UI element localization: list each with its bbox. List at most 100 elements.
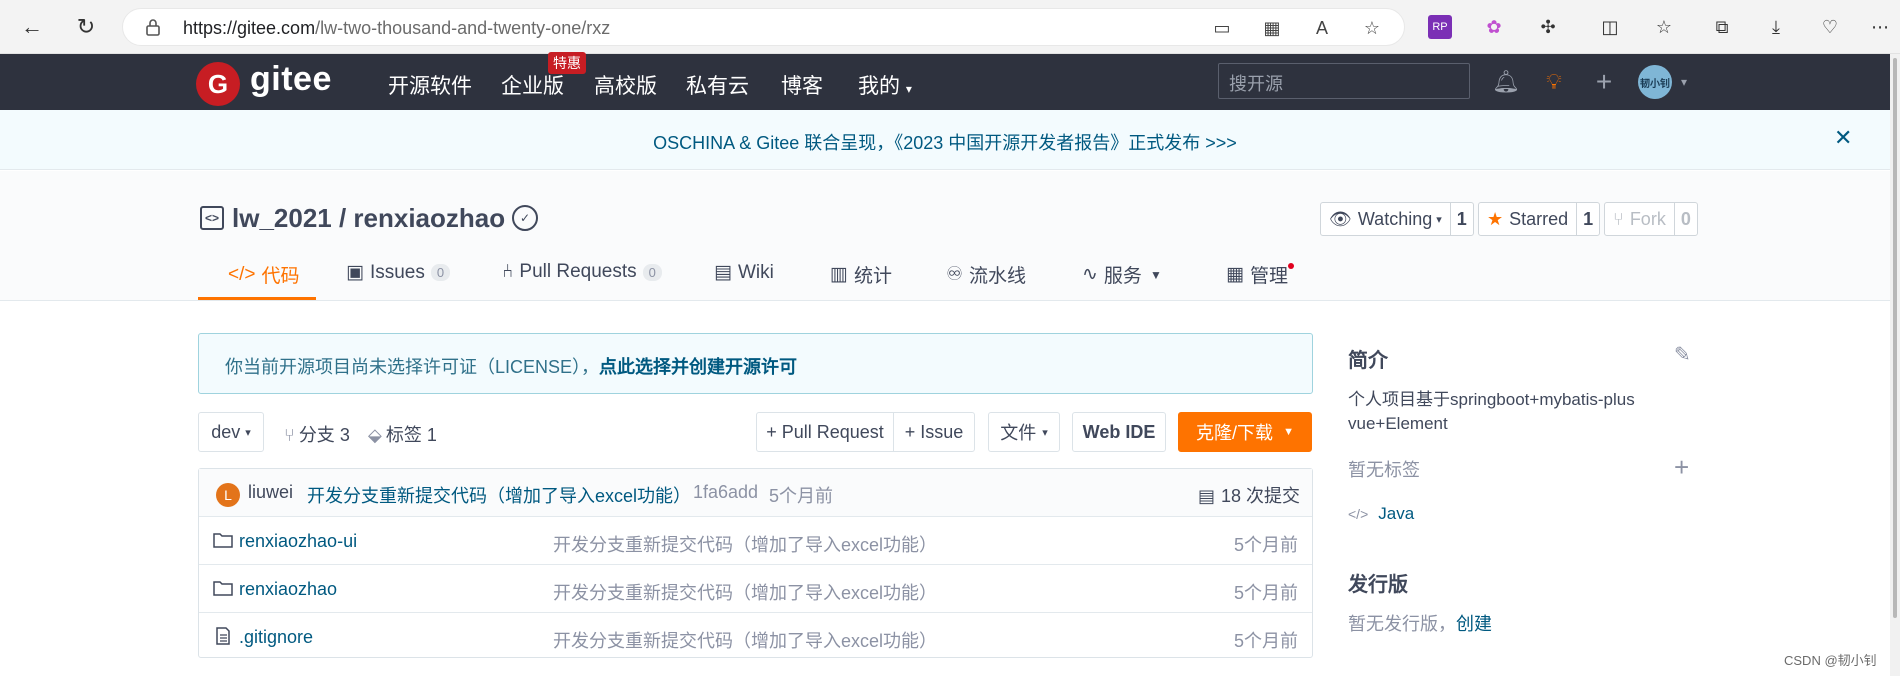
nav-education[interactable]: 高校版 <box>594 70 657 100</box>
language-label: Java <box>1378 504 1415 523</box>
browser-toolbar: ← ↻ https://gitee.com/lw-two-thousand-an… <box>0 0 1900 54</box>
nav-enterprise[interactable]: 企业版 <box>501 70 564 100</box>
refresh-icon[interactable]: ↻ <box>70 11 102 43</box>
folder-icon <box>213 581 233 596</box>
nav-blog[interactable]: 博客 <box>781 70 823 100</box>
avatar[interactable]: 韧小钊 <box>1638 65 1672 99</box>
award-icon[interactable]: ✓ <box>512 205 538 231</box>
watching-count[interactable]: 1 <box>1451 203 1473 235</box>
fork-button[interactable]: ⑂ Fork 0 <box>1604 202 1698 236</box>
add-tag-icon[interactable]: + <box>1674 452 1689 483</box>
commit-count[interactable]: ▤ 18 次提交 <box>1198 482 1300 508</box>
no-tags-text: 暂无标签 <box>1348 460 1420 480</box>
file-time: 5个月前 <box>1233 535 1298 555</box>
tab-stats[interactable]: ▥ 统计 <box>830 261 892 288</box>
nav-mine[interactable]: 我的 ▾ <box>858 70 912 100</box>
extensions-puzzle-icon[interactable]: ✣ <box>1536 15 1560 39</box>
file-commit-message[interactable]: 开发分支重新提交代码（增加了导入excel功能） <box>553 579 937 605</box>
file-name[interactable]: .gitignore <box>239 627 313 648</box>
plus-icon[interactable]: + <box>1590 66 1618 97</box>
tags-link[interactable]: ⬙ 标签 1 <box>368 421 437 447</box>
file-name[interactable]: renxiaozhao-ui <box>239 531 357 552</box>
tab-issues-count: 0 <box>430 264 451 281</box>
tab-issues[interactable]: ▣ Issues 0 <box>346 261 451 284</box>
tab-wiki-label: Wiki <box>737 261 774 283</box>
file-row[interactable]: renxiaozhao 开发分支重新提交代码（增加了导入excel功能） 5个月… <box>199 565 1312 613</box>
license-text: 你当前开源项目尚未选择许可证（LICENSE）， <box>225 357 600 377</box>
repo-code-icon: <> <box>200 206 224 230</box>
banner-link[interactable]: OSCHINA & Gitee 联合呈现，《2023 中国开源开发者报告》正式发… <box>0 129 1890 155</box>
gitee-logo-text[interactable]: gitee <box>250 60 332 99</box>
fork-count[interactable]: 0 <box>1675 203 1697 235</box>
split-screen-icon[interactable]: ◫ <box>1598 15 1622 39</box>
scrollbar-thumb[interactable] <box>1893 58 1897 618</box>
tab-pr-count: 0 <box>642 263 662 281</box>
watching-button[interactable]: 👁︎ Watching ▾ 1 <box>1320 202 1474 236</box>
tab-stats-label: 统计 <box>853 266 892 287</box>
commit-hash[interactable]: 1fa6add <box>693 482 758 503</box>
apps-icon[interactable]: ▦ <box>1261 17 1283 39</box>
file-commit-message[interactable]: 开发分支重新提交代码（增加了导入excel功能） <box>553 531 937 557</box>
avatar-caret-icon[interactable]: ▾ <box>1670 68 1698 96</box>
nav-mine-label: 我的 <box>858 75 900 98</box>
web-ide-button[interactable]: Web IDE <box>1072 412 1166 452</box>
language-item[interactable]: </> Java <box>1348 502 1414 526</box>
license-link[interactable]: 点此选择并创建开源许可 <box>599 357 797 377</box>
caret-down-icon: ▼ <box>1149 267 1162 282</box>
address-bar[interactable]: https://gitee.com/lw-two-thousand-and-tw… <box>122 8 1405 46</box>
device-icon[interactable]: ▭ <box>1211 17 1233 39</box>
csdn-watermark: CSDN @韧小钊 <box>1784 653 1877 668</box>
starred-button[interactable]: ★ Starred 1 <box>1478 202 1601 236</box>
file-doc-icon <box>216 627 230 645</box>
health-icon[interactable]: ♡ <box>1818 15 1842 39</box>
more-menu-icon[interactable]: ⋯ <box>1868 15 1892 39</box>
tab-pull-requests[interactable]: ⑃ Pull Requests 0 <box>502 261 662 283</box>
eye-icon: 👁︎ <box>1329 208 1352 229</box>
nav-private-cloud[interactable]: 私有云 <box>686 70 749 100</box>
edit-icon[interactable]: ✎ <box>1674 342 1691 367</box>
branch-select[interactable]: dev ▾ <box>198 412 264 452</box>
commit-author[interactable]: liuwei <box>248 482 293 503</box>
file-commit-message[interactable]: 开发分支重新提交代码（增加了导入excel功能） <box>553 627 937 653</box>
close-icon[interactable]: ✕ <box>1834 125 1852 151</box>
file-row[interactable]: .gitignore 开发分支重新提交代码（增加了导入excel功能） 5个月前 <box>199 613 1312 661</box>
search-input[interactable]: 搜开源 <box>1218 63 1470 99</box>
favorites-icon[interactable]: ☆ <box>1652 15 1676 39</box>
pull-request-icon: ⑃ <box>502 261 514 282</box>
file-row[interactable]: renxiaozhao-ui 开发分支重新提交代码（增加了导入excel功能） … <box>199 517 1312 565</box>
create-release-link[interactable]: 创建 <box>1456 614 1492 634</box>
watching-label: 👁︎ Watching ▾ <box>1321 203 1451 235</box>
clone-download-button[interactable]: 克隆/下载 ▼ <box>1178 412 1312 452</box>
nav-open-source[interactable]: 开源软件 <box>388 70 472 100</box>
tab-pipeline[interactable]: ♾︎ 流水线 <box>946 261 1026 288</box>
tab-issues-label: Issues <box>369 261 425 283</box>
extension-brain-icon[interactable]: ✿ <box>1482 15 1506 39</box>
downloads-icon[interactable]: ⤓ <box>1764 15 1788 39</box>
tab-code-label: 代码 <box>261 266 300 287</box>
branches-link[interactable]: ⑂ 分支 3 <box>284 421 350 447</box>
file-list: L liuwei 开发分支重新提交代码（增加了导入excel功能） 1fa6ad… <box>198 468 1313 658</box>
file-name[interactable]: renxiaozhao <box>239 579 337 600</box>
read-aloud-icon[interactable]: A <box>1311 17 1333 39</box>
favorite-star-icon[interactable]: ☆ <box>1361 17 1383 39</box>
caret-down-icon: ▾ <box>1042 426 1048 439</box>
tab-service[interactable]: ∿ 服务 ▼ <box>1082 261 1162 288</box>
file-button[interactable]: 文件 ▾ <box>988 412 1060 452</box>
bell-icon[interactable]: 🔔︎ <box>1492 68 1520 96</box>
extension-rp-icon[interactable]: RP <box>1428 15 1452 39</box>
file-time: 5个月前 <box>1233 631 1298 651</box>
commit-author-avatar[interactable]: L <box>216 483 240 507</box>
starred-count[interactable]: 1 <box>1577 203 1599 235</box>
repo-title[interactable]: lw_2021 / renxiaozhao <box>232 203 505 234</box>
tab-wiki[interactable]: ▤ Wiki <box>714 261 774 284</box>
gitee-logo-icon[interactable]: G <box>196 62 240 106</box>
collections-icon[interactable]: ⧉ <box>1710 15 1734 39</box>
lightbulb-icon[interactable]: 💡︎ <box>1540 68 1568 96</box>
tab-code[interactable]: </> 代码 <box>228 261 300 288</box>
issues-icon: ▣ <box>346 262 364 283</box>
issue-button[interactable]: + Issue <box>893 412 975 452</box>
back-icon[interactable]: ← <box>16 11 48 43</box>
pull-request-button[interactable]: + Pull Request <box>756 412 894 452</box>
tab-manage[interactable]: ▦ 管理 <box>1226 261 1288 288</box>
commit-message[interactable]: 开发分支重新提交代码（增加了导入excel功能） <box>307 482 691 508</box>
